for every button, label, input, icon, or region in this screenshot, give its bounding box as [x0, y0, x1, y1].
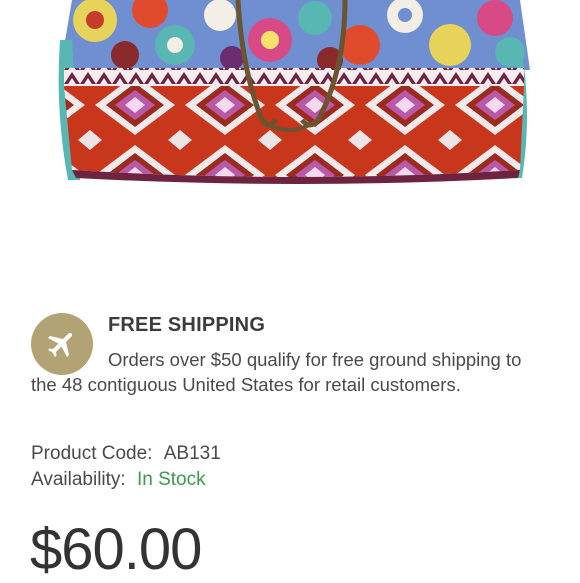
availability-status: In Stock [136, 469, 206, 490]
free-shipping-description: Orders over $50 qualify for free ground … [31, 349, 522, 395]
product-image[interactable] [0, 0, 580, 270]
free-shipping-title: FREE SHIPPING [108, 314, 266, 336]
product-code-row: Product Code: AB131 [31, 443, 221, 465]
availability-label: Availability: [31, 469, 126, 490]
availability-row: Availability: In Stock [31, 469, 206, 491]
handbag-illustration [58, 0, 530, 184]
product-price: $60.00 [30, 517, 202, 582]
product-code-value: AB131 [163, 443, 221, 464]
product-code-label: Product Code: [31, 443, 153, 464]
